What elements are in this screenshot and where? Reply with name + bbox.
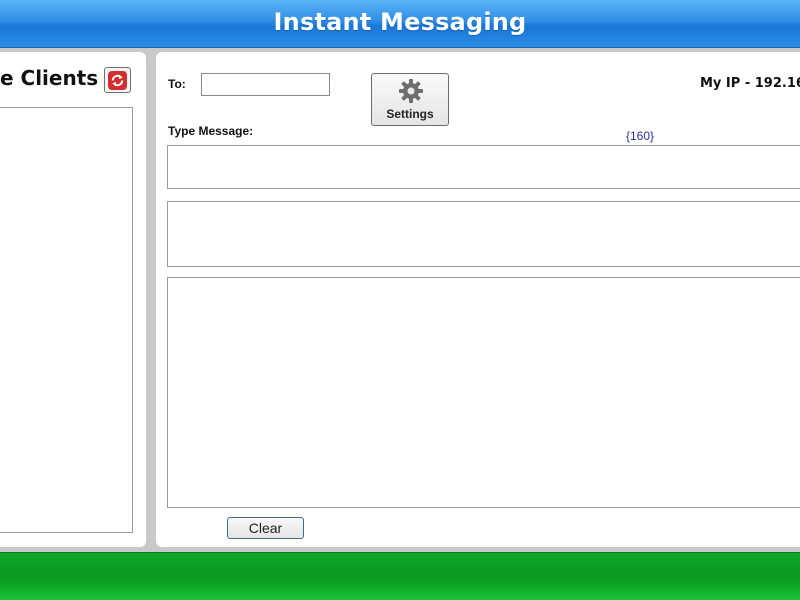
refresh-clients-button[interactable] [104, 67, 131, 93]
conversation-history[interactable] [167, 277, 800, 508]
my-ip-label: My IP - 192.168 [700, 76, 800, 91]
message-preview-box [167, 201, 800, 267]
gear-icon [399, 79, 423, 103]
type-message-label: Type Message: [168, 124, 254, 138]
title-bar: Instant Messaging [0, 0, 800, 48]
settings-button[interactable]: Settings [371, 73, 449, 126]
clear-button[interactable]: Clear [227, 517, 304, 539]
settings-label: Settings [386, 107, 434, 121]
to-label: To: [168, 77, 186, 91]
app-title: Instant Messaging [273, 8, 527, 36]
to-input[interactable] [201, 73, 330, 96]
status-bar [0, 552, 800, 600]
clients-list[interactable] [0, 107, 133, 533]
clients-panel-title: e Clients [0, 66, 99, 90]
character-count: {160} [626, 129, 655, 143]
message-input[interactable] [167, 145, 800, 189]
refresh-icon [108, 70, 127, 90]
